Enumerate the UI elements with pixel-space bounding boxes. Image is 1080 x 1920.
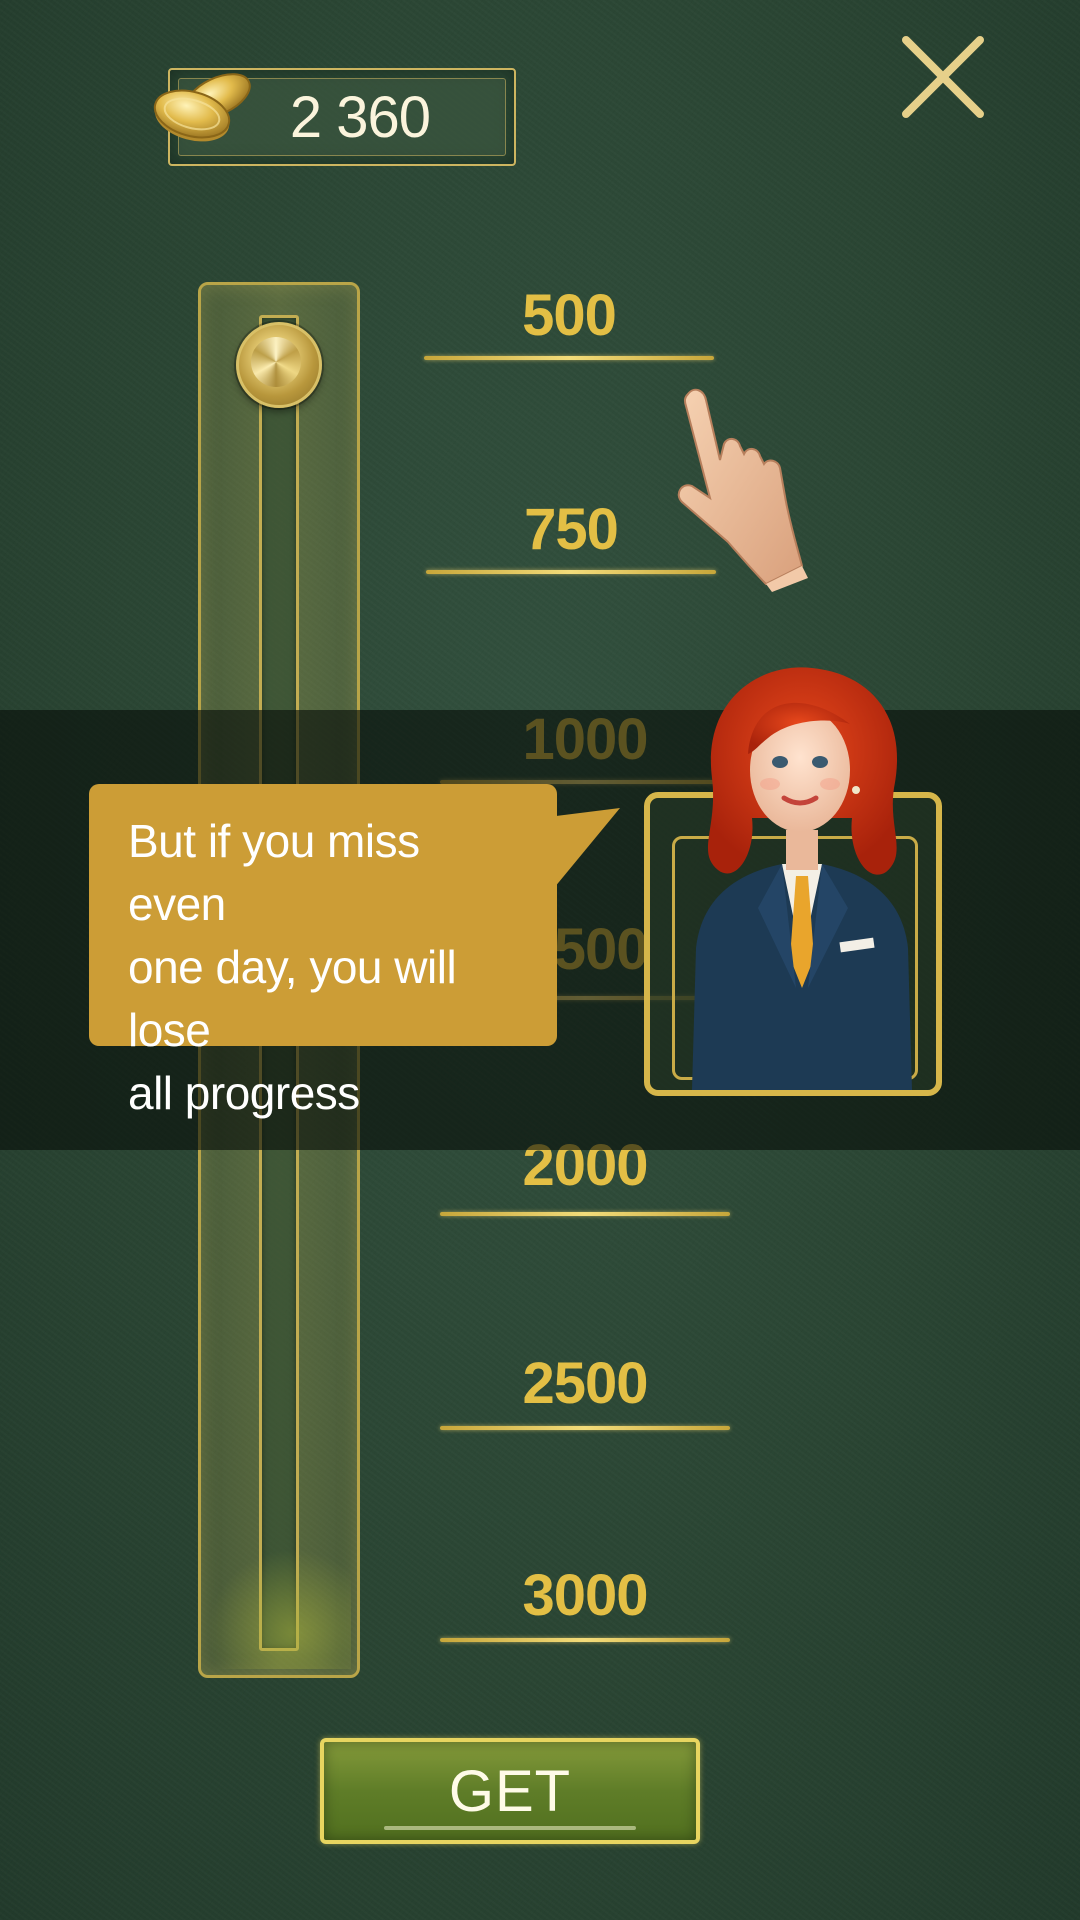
level-label: 500 — [522, 283, 617, 348]
tutorial-message: But if you miss even one day, you will lo… — [128, 815, 457, 1119]
level-divider — [424, 356, 714, 360]
host-character-avatar — [692, 667, 912, 1090]
coins-icon — [153, 73, 251, 142]
level-divider — [440, 1426, 730, 1430]
close-icon — [902, 36, 984, 118]
pointing-hand-icon — [677, 388, 808, 592]
level-label: 3000 — [522, 1563, 648, 1628]
level-divider — [440, 1638, 730, 1642]
get-button[interactable]: GET — [320, 1738, 700, 1844]
close-button[interactable] — [898, 32, 988, 122]
tutorial-speech-bubble: But if you miss even one day, you will lo… — [89, 784, 557, 1119]
reward-slider-knob[interactable] — [236, 322, 322, 408]
level-label: 2500 — [522, 1351, 648, 1416]
level-divider — [440, 1212, 730, 1216]
